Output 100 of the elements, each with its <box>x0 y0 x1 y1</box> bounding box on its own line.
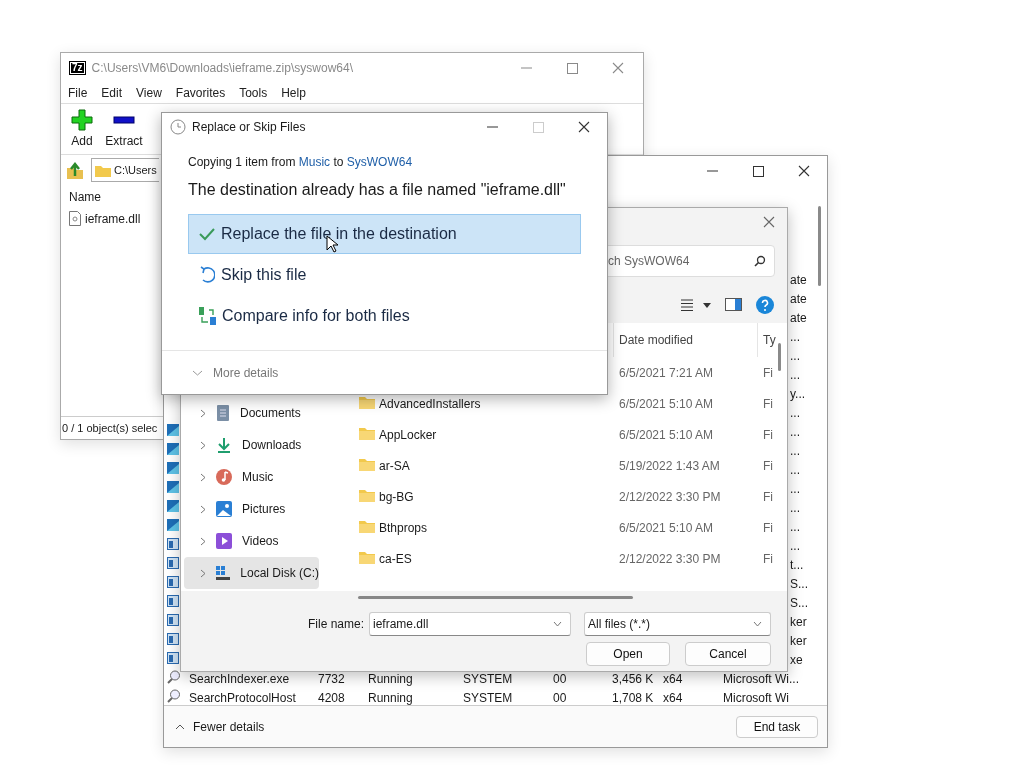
window-title: C:\Users\VM6\Downloads\ieframe.zip\syswow64\ <box>91 61 353 75</box>
description-cell: ... <box>790 424 800 439</box>
nav-item[interactable]: Videos <box>184 525 319 557</box>
description-cell: ... <box>790 348 800 363</box>
chevron-right-icon[interactable] <box>200 536 206 546</box>
cpu-cell: 00 <box>553 671 567 686</box>
window-icon <box>167 557 179 569</box>
column-header[interactable]: Date modified <box>613 323 757 357</box>
window-icon <box>167 576 179 588</box>
minimize-icon[interactable] <box>706 170 718 172</box>
type-cell: Fi <box>763 551 773 566</box>
nav-item[interactable]: Downloads <box>184 429 319 461</box>
date-cell: 6/5/2021 5:10 AM <box>619 396 714 411</box>
file-name[interactable]: AdvancedInstallers <box>379 396 481 411</box>
dialog-headline: The destination already has a file named "ieframe.dll" <box>188 180 566 200</box>
nav-item[interactable]: Music <box>184 461 319 493</box>
maximize-icon[interactable] <box>752 165 764 177</box>
file-type-dropdown[interactable]: All files (*.*) <box>584 612 771 636</box>
file-name[interactable]: Bthprops <box>379 520 428 535</box>
help-icon[interactable] <box>756 295 774 314</box>
description-cell: ate <box>790 291 807 306</box>
source-link[interactable]: Music <box>298 155 331 169</box>
window-icon <box>167 595 179 607</box>
end-task-button[interactable]: End task <box>736 715 818 738</box>
chevron-right-icon[interactable] <box>200 568 206 578</box>
status-cell: Running <box>368 671 413 686</box>
scrollbar-thumb[interactable] <box>358 596 633 599</box>
type-cell: Fi <box>763 396 773 411</box>
scrollbar-thumb[interactable] <box>818 206 821 286</box>
dialog-button[interactable]: Cancel <box>685 642 771 666</box>
status-text: 0 / 1 object(s) selec <box>62 422 158 434</box>
minimize-icon[interactable] <box>486 126 498 128</box>
toolbar-button[interactable]: Add <box>63 104 101 148</box>
destination-link[interactable]: SysWOW64 <box>346 155 413 169</box>
archive-entry[interactable]: ieframe.dll <box>61 209 149 228</box>
date-cell: 6/5/2021 5:10 AM <box>619 427 714 442</box>
description-cell: ... <box>790 329 800 344</box>
close-icon[interactable] <box>798 165 810 177</box>
architecture-cell: x64 <box>663 671 683 686</box>
column-header[interactable]: Name <box>61 185 109 209</box>
search-icon <box>167 689 181 703</box>
scrollbar-thumb[interactable] <box>778 343 781 371</box>
choice-option[interactable]: Skip this file <box>188 255 581 295</box>
nav-item[interactable]: Local Disk (C:) <box>184 557 319 589</box>
folder-icon <box>359 395 375 409</box>
folder-icon <box>359 426 375 440</box>
process-name: SearchIndexer.exe <box>189 671 290 686</box>
folder-up-icon[interactable] <box>65 160 85 180</box>
nav-item[interactable]: Documents <box>184 397 319 429</box>
description-cell: ... <box>790 519 800 534</box>
folder-icon <box>359 488 375 502</box>
status-cell: Running <box>368 690 413 705</box>
menu-item[interactable]: View <box>136 86 162 100</box>
close-icon[interactable] <box>578 121 590 133</box>
chevron-right-icon[interactable] <box>200 440 206 450</box>
file-name[interactable]: ar-SA <box>379 458 410 473</box>
menu-item[interactable]: Favorites <box>175 86 226 100</box>
description-cell: ... <box>790 367 800 382</box>
choice-option[interactable]: Compare info for both files <box>188 296 581 336</box>
description-cell: ... <box>790 500 800 515</box>
chevron-down-icon[interactable] <box>192 369 203 376</box>
menu-item[interactable]: Help <box>281 86 306 100</box>
description-cell: ate <box>790 272 807 287</box>
toolbar-button[interactable]: Extract <box>105 104 143 148</box>
file-name-field[interactable]: ieframe.dll <box>369 612 571 636</box>
user-cell: SYSTEM <box>463 690 513 705</box>
choice-option[interactable]: Replace the file in the destination <box>188 214 581 254</box>
pid-cell: 7732 <box>318 671 345 686</box>
drive-icon <box>215 565 231 581</box>
chevron-right-icon[interactable] <box>200 408 206 418</box>
fewer-details-toggle[interactable]: Fewer details <box>175 719 265 734</box>
folder-icon <box>95 163 111 177</box>
more-details-toggle[interactable]: More details <box>213 365 279 380</box>
address-field[interactable]: C:\Users <box>91 158 159 182</box>
chevron-right-icon[interactable] <box>200 472 206 482</box>
nav-item[interactable]: Pictures <box>184 493 319 525</box>
preview-pane-icon[interactable] <box>725 298 742 311</box>
file-name[interactable]: bg-BG <box>379 489 414 504</box>
file-icon <box>69 211 81 226</box>
user-cell: SYSTEM <box>463 671 513 686</box>
description-cell: xe <box>790 652 803 667</box>
type-cell: Fi <box>763 427 773 442</box>
file-name[interactable]: AppLocker <box>379 427 437 442</box>
date-cell: 2/12/2022 3:30 PM <box>619 489 721 504</box>
dialog-button[interactable]: Open <box>586 642 670 666</box>
folder-icon <box>359 457 375 471</box>
music-icon <box>216 469 232 485</box>
folder-icon <box>359 519 375 533</box>
window-icon <box>167 633 179 645</box>
menu-item[interactable]: Tools <box>239 86 268 100</box>
checkmark-icon <box>199 227 215 241</box>
file-name[interactable]: ca-ES <box>379 551 412 566</box>
menu-item[interactable]: File <box>68 86 88 100</box>
date-cell: 2/12/2022 3:30 PM <box>619 551 721 566</box>
description-cell: ... <box>790 481 800 496</box>
chevron-right-icon[interactable] <box>200 504 206 514</box>
undo-icon <box>199 266 215 284</box>
view-menu-icon[interactable] <box>681 298 711 311</box>
menu-item[interactable]: Edit <box>101 86 123 100</box>
video-icon <box>216 533 232 549</box>
